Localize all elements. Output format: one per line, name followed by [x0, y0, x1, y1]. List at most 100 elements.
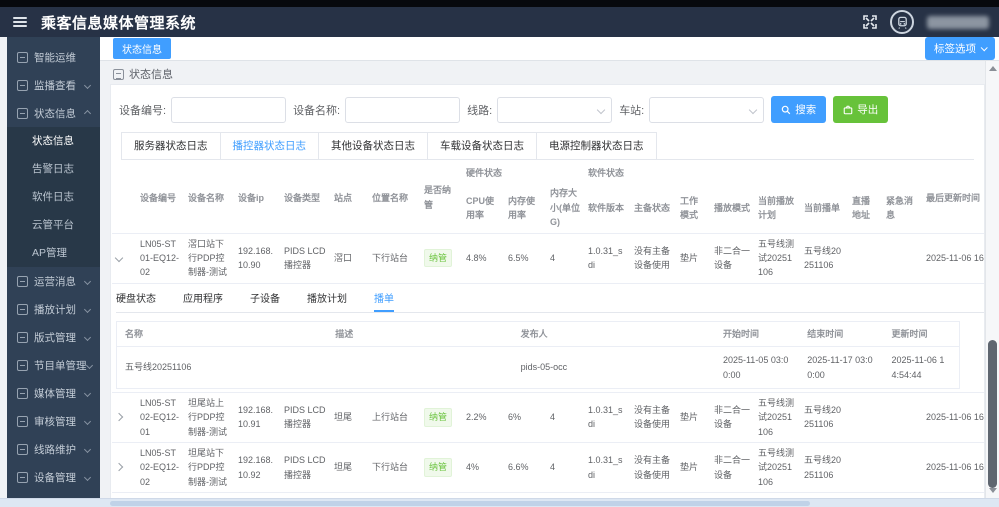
- filter-label: 设备编号:: [119, 102, 166, 118]
- playlist-column-header: 发布人: [513, 321, 715, 346]
- status-info-icon: [113, 69, 124, 80]
- sidebar-item[interactable]: 播放计划: [7, 295, 100, 323]
- tag-options-button[interactable]: 标签选项: [925, 37, 995, 60]
- sidebar-subitem[interactable]: 云管平台: [7, 211, 100, 239]
- playlist-column-header: 开始时间: [715, 321, 799, 346]
- cell: 非二合一设备: [710, 443, 754, 493]
- status-log-tab[interactable]: 车载设备状态日志: [427, 132, 537, 159]
- filter-select[interactable]: [497, 97, 612, 123]
- sidebar-item-label: 状态信息: [34, 106, 76, 121]
- message-icon: [17, 276, 28, 287]
- cell: 1.0.31_sdi: [584, 392, 630, 442]
- filter-row: 设备编号: 设备名称: 线路: 车站: 搜索导出: [111, 96, 984, 123]
- hamburger-menu-icon[interactable]: [13, 17, 27, 27]
- column-header: 站点: [330, 163, 368, 233]
- status-card: 设备编号: 设备名称: 线路: 车站: 搜索导出 服务器状态日志播控器状态日志其他设备状…: [110, 84, 985, 507]
- cell: [882, 443, 922, 493]
- detail-tab[interactable]: 播单: [374, 289, 394, 312]
- cell: 没有主备设备使用: [630, 392, 676, 442]
- sidebar-item-label: 运营消息: [34, 274, 76, 289]
- sidebar-item[interactable]: 智能运维: [7, 43, 100, 71]
- cell: 纳管: [420, 392, 462, 442]
- column-header: CPU使用率: [462, 183, 504, 233]
- managed-badge: 纳管: [424, 458, 452, 476]
- search-button[interactable]: 搜索: [771, 96, 826, 123]
- detail-tab[interactable]: 硬盘状态: [116, 289, 156, 312]
- filter-field: 设备名称:: [293, 97, 460, 123]
- cell: 非二合一设备: [710, 233, 754, 283]
- status-log-tab[interactable]: 电源控制器状态日志: [536, 132, 657, 159]
- detail-tab[interactable]: 应用程序: [183, 289, 223, 312]
- audit-icon: [17, 416, 28, 427]
- cell: 坦尾站上行PDP控制器-测试: [184, 392, 234, 442]
- cell: 192.168.10.92: [234, 443, 280, 493]
- column-header: 设备类型: [280, 163, 330, 233]
- table-row: LN05-ST02-EQ12-01坦尾站上行PDP控制器-测试192.168.1…: [112, 392, 985, 442]
- vertical-scrollbar-thumb[interactable]: [988, 340, 997, 488]
- sidebar-item[interactable]: 节目单管理: [7, 351, 100, 379]
- sidebar-item[interactable]: 线路维护: [7, 435, 100, 463]
- cell: 192.168.10.91: [234, 392, 280, 442]
- status-icon: [17, 108, 28, 119]
- sidebar-item[interactable]: 监播查看: [7, 71, 100, 99]
- horizontal-scrollbar[interactable]: [0, 498, 999, 507]
- column-header: 设备ip: [234, 163, 280, 233]
- cell: [848, 392, 882, 442]
- collapse-row-icon[interactable]: [115, 254, 123, 262]
- filter-select[interactable]: [649, 97, 764, 123]
- horizontal-scrollbar-thumb[interactable]: [110, 501, 810, 506]
- status-log-tab[interactable]: 其他设备状态日志: [318, 132, 428, 159]
- sidebar-subitem[interactable]: AP管理: [7, 239, 100, 267]
- column-header: 最后更新时间: [922, 163, 985, 233]
- export-button[interactable]: 导出: [833, 96, 888, 123]
- sidebar-item[interactable]: 设备管理: [7, 463, 100, 491]
- app-title: 乘客信息媒体管理系统: [41, 12, 196, 33]
- chevron-down-icon: [981, 44, 988, 51]
- filter-field: 车站:: [619, 97, 764, 123]
- status-log-tabs: 服务器状态日志播控器状态日志其他设备状态日志车载设备状态日志电源控制器状态日志: [121, 132, 974, 160]
- cell: 4%: [462, 443, 504, 493]
- column-header: 紧急消息: [882, 183, 922, 233]
- media-icon: [17, 388, 28, 399]
- cell: 坦尾站下行PDP控制器-测试: [184, 443, 234, 493]
- avatar-train-icon[interactable]: [890, 10, 914, 34]
- cell: 2025-11-06 16:: [922, 392, 985, 442]
- expand-row-icon[interactable]: [115, 413, 123, 421]
- cell: 上行站台: [368, 392, 420, 442]
- filter-input[interactable]: [345, 97, 460, 123]
- status-log-tab[interactable]: 播控器状态日志: [220, 132, 320, 159]
- detail-tab[interactable]: 播放计划: [307, 289, 347, 312]
- column-header: 设备编号: [136, 163, 184, 233]
- filter-input[interactable]: [171, 97, 286, 123]
- chevron-down-icon: [84, 333, 91, 340]
- cell: 纳管: [420, 443, 462, 493]
- sidebar-subitem[interactable]: 告警日志: [7, 155, 100, 183]
- filter-field: 线路:: [467, 97, 612, 123]
- cell: 4.8%: [462, 233, 504, 283]
- status-log-tab[interactable]: 服务器状态日志: [121, 132, 221, 159]
- detail-tab[interactable]: 子设备: [250, 289, 280, 312]
- scroll-down-icon[interactable]: [989, 488, 997, 493]
- playlist-cell: 2025-11-05 03:00:00: [715, 347, 799, 389]
- sidebar-item[interactable]: 运营消息: [7, 267, 100, 295]
- cell: PIDS LCD 播控器: [280, 233, 330, 283]
- fullscreen-icon[interactable]: [863, 15, 877, 29]
- tag-chip-status-info[interactable]: 状态信息: [113, 38, 171, 59]
- sidebar-subitem[interactable]: 状态信息: [7, 127, 100, 155]
- sidebar-item[interactable]: 审核管理: [7, 407, 100, 435]
- scroll-up-icon[interactable]: [989, 66, 997, 71]
- sidebar-item[interactable]: 状态信息: [7, 99, 100, 127]
- device-icon: [17, 472, 28, 483]
- sidebar-subitem[interactable]: 软件日志: [7, 183, 100, 211]
- cell: 4: [546, 443, 584, 493]
- sidebar-item[interactable]: 媒体管理: [7, 379, 100, 407]
- sidebar-item[interactable]: 版式管理: [7, 323, 100, 351]
- expand-row-icon[interactable]: [115, 463, 123, 471]
- cell: 滘口: [330, 233, 368, 283]
- plan-icon: [17, 304, 28, 315]
- cell: 下行站台: [368, 233, 420, 283]
- vertical-scrollbar[interactable]: [985, 61, 999, 498]
- cell: 坦尾: [330, 443, 368, 493]
- cell: 垫片: [676, 233, 710, 283]
- sidebar: 智能运维监播查看状态信息状态信息告警日志软件日志云管平台AP管理运营消息播放计划…: [7, 37, 100, 498]
